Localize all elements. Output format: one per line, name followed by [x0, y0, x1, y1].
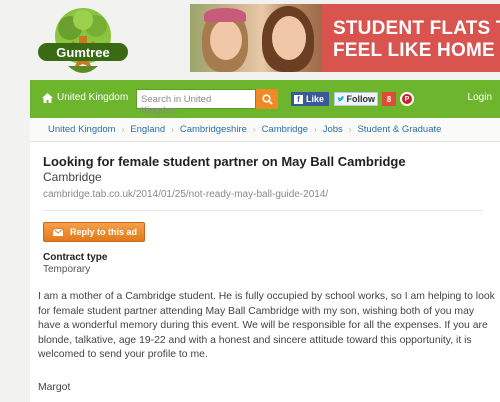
breadcrumb-item[interactable]: Jobs — [323, 124, 343, 135]
ad-description: I am a mother of a Cambridge student. He… — [38, 291, 495, 361]
gumtree-logo-icon — [38, 8, 128, 73]
breadcrumb-item[interactable]: England — [130, 124, 165, 135]
nav-home-link[interactable]: United Kingdom — [42, 92, 128, 103]
ad-url[interactable]: cambridge.tab.co.uk/2014/01/25/not-ready… — [43, 189, 328, 200]
twitter-icon — [337, 96, 345, 102]
contract-type-label: Contract type — [43, 252, 108, 263]
login-link[interactable]: Login — [468, 92, 492, 103]
facebook-like-button[interactable]: f Like — [291, 92, 329, 106]
google-plus-label: 8 — [386, 94, 392, 104]
contract-type-value: Temporary — [43, 264, 91, 275]
breadcrumb-separator: › — [314, 125, 317, 134]
envelope-icon — [52, 227, 64, 237]
banner-line-1: STUDENT FLATS THA — [333, 18, 500, 39]
breadcrumb-separator: › — [252, 125, 256, 134]
ad-signature: Margot — [38, 382, 71, 393]
facebook-like-label: Like — [306, 94, 325, 104]
breadcrumb-item[interactable]: Student & Graduate — [357, 124, 441, 135]
logo-text: Gumtree — [56, 45, 110, 60]
search-icon — [261, 93, 273, 105]
breadcrumb: United Kingdom › England › Cambridgeshir… — [30, 118, 500, 142]
breadcrumb-item[interactable]: United Kingdom — [48, 124, 116, 135]
banner-headline: STUDENT FLATS THA FEEL LIKE HOME — [333, 18, 500, 62]
breadcrumb-item[interactable]: Cambridgeshire — [180, 124, 247, 135]
home-icon — [42, 92, 53, 103]
twitter-follow-button[interactable]: Follow — [334, 92, 378, 106]
breadcrumb-separator: › — [348, 125, 352, 134]
reply-button-label: Reply to this ad — [70, 227, 138, 237]
ad-content: Looking for female student partner on Ma… — [30, 142, 500, 402]
twitter-follow-label: Follow — [346, 94, 376, 104]
top-nav: United Kingdom Search in United Kingdom … — [30, 80, 500, 118]
ad-location: Cambridge — [43, 170, 102, 184]
nav-home-label: United Kingdom — [57, 92, 129, 103]
banner-photo — [190, 4, 322, 72]
google-plus-icon[interactable]: 8 — [382, 92, 396, 106]
breadcrumb-item[interactable]: Cambridge — [262, 124, 308, 135]
banner-line-2: FEEL LIKE HOME — [333, 40, 495, 61]
search-button[interactable] — [256, 89, 278, 109]
divider — [43, 210, 483, 211]
search-placeholder: Search in United Kingdom — [141, 94, 212, 116]
search-input[interactable]: Search in United Kingdom — [136, 89, 256, 116]
reply-to-ad-button[interactable]: Reply to this ad — [43, 222, 145, 242]
breadcrumb-separator: › — [121, 125, 125, 134]
ad-banner[interactable]: STUDENT FLATS THA FEEL LIKE HOME — [190, 4, 500, 72]
breadcrumb-separator: › — [171, 125, 174, 134]
pinterest-icon[interactable]: P — [400, 92, 414, 106]
facebook-icon: f — [294, 94, 303, 104]
ad-title: Looking for female student partner on Ma… — [43, 154, 406, 169]
gumtree-logo[interactable]: Gumtree — [28, 6, 138, 80]
